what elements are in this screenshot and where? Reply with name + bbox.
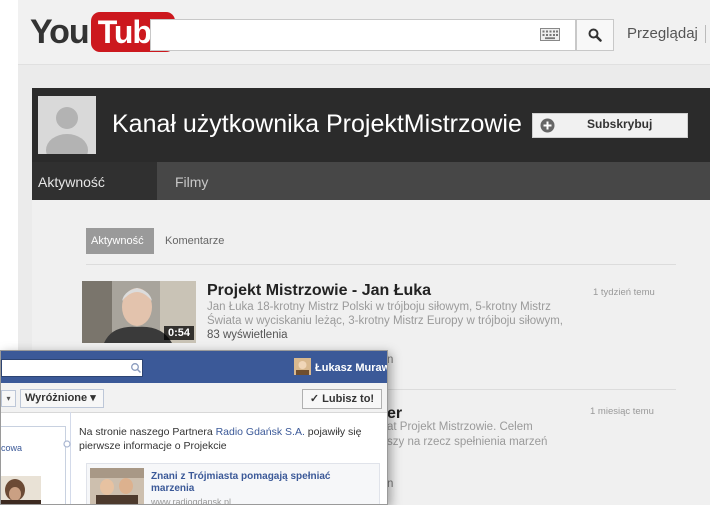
- partner-link[interactable]: Radio Gdańsk S.A.: [216, 426, 305, 438]
- tab-comments[interactable]: Komentarze: [165, 235, 224, 247]
- link-preview-image: [90, 468, 144, 504]
- link-preview-title[interactable]: Znani z Trójmiasta pomagają spełniać mar…: [151, 471, 351, 495]
- link-preview-photo: [90, 468, 144, 504]
- facebook-page-screenshot: Łukasz Murawski ▾ Wyróżnione ▾ ✓ Lubisz …: [0, 350, 388, 505]
- left-column-text: cowa: [1, 443, 23, 453]
- post-text: Na stronie naszego Partnera Radio Gdańsk…: [79, 425, 379, 453]
- feed-divider: [86, 264, 676, 265]
- masthead-divider: [705, 25, 706, 43]
- timeline-dot-icon: [63, 440, 71, 448]
- user-name[interactable]: Łukasz Murawski: [315, 362, 387, 374]
- video-description-line: Jan Łuka 18-krotny Mistrz Polski w trójb…: [207, 301, 551, 313]
- video-time: 1 tydzień temu: [593, 287, 655, 298]
- video-description: Jan Łuka 18-krotny Mistrz Polski w trójb…: [207, 300, 587, 328]
- logo-you: You: [30, 12, 90, 51]
- item-time: 1 miesiąc temu: [590, 406, 654, 417]
- item-description-line: at Projekt Mistrzowie. Celem: [387, 421, 533, 433]
- video-duration: 0:54: [164, 326, 195, 340]
- search-input[interactable]: [150, 19, 576, 51]
- link-preview-url: www.radiogdansk.pl: [151, 497, 232, 505]
- search-icon[interactable]: [130, 362, 142, 374]
- channel-avatar[interactable]: [38, 96, 96, 154]
- video-title[interactable]: Projekt Mistrzowie - Jan Łuka: [207, 282, 431, 300]
- nav-tab-videos[interactable]: Filmy: [175, 174, 208, 190]
- menu-dropdown[interactable]: ▾: [1, 390, 16, 407]
- browse-link[interactable]: Przeglądaj: [627, 25, 698, 42]
- default-avatar-icon: [38, 96, 96, 154]
- user-avatar[interactable]: [294, 358, 311, 375]
- keyboard-icon[interactable]: [540, 28, 560, 41]
- facebook-search-input[interactable]: [1, 359, 143, 377]
- like-button[interactable]: ✓ Lubisz to!: [302, 389, 382, 409]
- channel-title: Kanał użytkownika ProjektMistrzowie: [112, 110, 522, 138]
- video-description-line: Świata w wyciskaniu leżąc, 3-krotny Mist…: [207, 315, 563, 327]
- search-icon: [588, 28, 602, 42]
- search-button[interactable]: [576, 19, 614, 51]
- nav-tab-activity[interactable]: Aktywność: [38, 174, 105, 190]
- post-text-before: Na stronie naszego Partnera: [79, 426, 216, 438]
- subscribe-label: Subskrybuj: [587, 117, 653, 131]
- plus-circle-icon: [540, 118, 555, 133]
- timeline-line: [70, 412, 71, 504]
- left-column-photo[interactable]: [1, 476, 41, 504]
- tab-activity[interactable]: Aktywność: [91, 235, 144, 247]
- user-avatar-image: [294, 358, 311, 375]
- featured-dropdown[interactable]: Wyróżnione ▾: [20, 389, 104, 408]
- item-description-line: szy na rzecz spełnienia marzeń: [387, 436, 548, 448]
- photo-image: [1, 476, 41, 504]
- video-views: 83 wyświetlenia: [207, 329, 288, 341]
